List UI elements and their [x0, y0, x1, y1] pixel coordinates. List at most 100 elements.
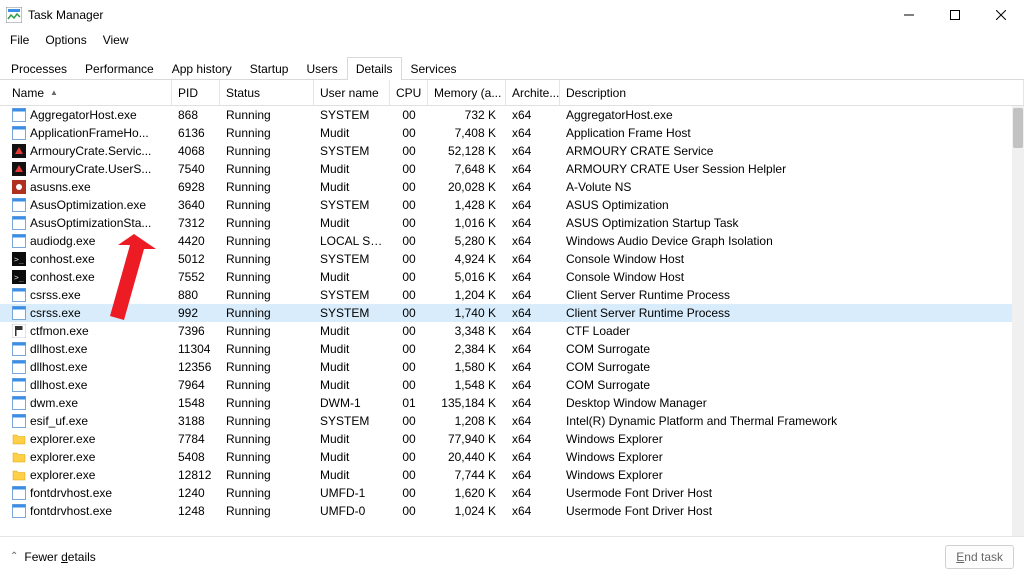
- table-row[interactable]: asusns.exe6928RunningMudit0020,028 Kx64A…: [0, 178, 1012, 196]
- pid: 5012: [172, 252, 220, 266]
- table-row[interactable]: ArmouryCrate.Servic...4068RunningSYSTEM0…: [0, 142, 1012, 160]
- minimize-button[interactable]: [886, 0, 932, 30]
- description: Windows Explorer: [560, 450, 1012, 464]
- menu-view[interactable]: View: [95, 31, 137, 49]
- description: ARMOURY CRATE Service: [560, 144, 1012, 158]
- table-row[interactable]: explorer.exe5408RunningMudit0020,440 Kx6…: [0, 448, 1012, 466]
- pid: 7312: [172, 216, 220, 230]
- table-row[interactable]: explorer.exe7784RunningMudit0077,940 Kx6…: [0, 430, 1012, 448]
- table-row[interactable]: csrss.exe880RunningSYSTEM001,204 Kx64Cli…: [0, 286, 1012, 304]
- process-name: asusns.exe: [30, 180, 91, 194]
- tab-services[interactable]: Services: [402, 57, 466, 80]
- table-row[interactable]: dwm.exe1548RunningDWM-101135,184 Kx64Des…: [0, 394, 1012, 412]
- end-task-button[interactable]: End task: [945, 545, 1014, 569]
- memory: 1,016 K: [428, 216, 506, 230]
- user: Mudit: [314, 432, 390, 446]
- process-icon: >_: [12, 252, 26, 266]
- table-row[interactable]: ApplicationFrameHo...6136RunningMudit007…: [0, 124, 1012, 142]
- process-name: fontdrvhost.exe: [30, 504, 112, 518]
- status: Running: [220, 414, 314, 428]
- arch: x64: [506, 450, 560, 464]
- cpu: 00: [390, 450, 428, 464]
- table-row[interactable]: ArmouryCrate.UserS...7540RunningMudit007…: [0, 160, 1012, 178]
- tab-performance[interactable]: Performance: [76, 57, 163, 80]
- process-name: audiodg.exe: [30, 234, 95, 248]
- col-status[interactable]: Status: [220, 80, 314, 105]
- description: CTF Loader: [560, 324, 1012, 338]
- arch: x64: [506, 234, 560, 248]
- col-cpu[interactable]: CPU: [390, 80, 428, 105]
- table-row[interactable]: AggregatorHost.exe868RunningSYSTEM00732 …: [0, 106, 1012, 124]
- col-desc[interactable]: Description: [560, 80, 1024, 105]
- table-row[interactable]: AsusOptimizationSta...7312RunningMudit00…: [0, 214, 1012, 232]
- arch: x64: [506, 486, 560, 500]
- memory: 5,280 K: [428, 234, 506, 248]
- fewer-details-button[interactable]: ⌃ Fewer details: [10, 550, 96, 564]
- process-icon: [12, 414, 26, 428]
- description: ASUS Optimization Startup Task: [560, 216, 1012, 230]
- cpu: 00: [390, 144, 428, 158]
- vertical-scrollbar[interactable]: [1012, 106, 1024, 536]
- status: Running: [220, 198, 314, 212]
- tab-app-history[interactable]: App history: [163, 57, 241, 80]
- tab-processes[interactable]: Processes: [2, 57, 76, 80]
- description: COM Surrogate: [560, 360, 1012, 374]
- table-row[interactable]: fontdrvhost.exe1248RunningUMFD-0001,024 …: [0, 502, 1012, 520]
- svg-text:>_: >_: [14, 273, 24, 282]
- cpu: 00: [390, 378, 428, 392]
- tab-startup[interactable]: Startup: [241, 57, 298, 80]
- menu-options[interactable]: Options: [37, 31, 94, 49]
- process-icon: [12, 378, 26, 392]
- tab-details[interactable]: Details: [347, 57, 402, 80]
- table-row[interactable]: AsusOptimization.exe3640RunningSYSTEM001…: [0, 196, 1012, 214]
- scrollbar-thumb[interactable]: [1013, 108, 1023, 148]
- close-button[interactable]: [978, 0, 1024, 30]
- col-pid[interactable]: PID: [172, 80, 220, 105]
- col-memory[interactable]: Memory (a...: [428, 80, 506, 105]
- menu-file[interactable]: File: [2, 31, 37, 49]
- cpu: 00: [390, 504, 428, 518]
- table-row[interactable]: fontdrvhost.exe1240RunningUMFD-1001,620 …: [0, 484, 1012, 502]
- cpu: 00: [390, 270, 428, 284]
- col-name[interactable]: Name▲: [6, 80, 172, 105]
- table-row[interactable]: esif_uf.exe3188RunningSYSTEM001,208 Kx64…: [0, 412, 1012, 430]
- arch: x64: [506, 126, 560, 140]
- process-icon: [12, 288, 26, 302]
- col-user[interactable]: User name: [314, 80, 390, 105]
- tab-strip: Processes Performance App history Startu…: [0, 50, 1024, 80]
- process-icon: [12, 162, 26, 176]
- table-row[interactable]: dllhost.exe11304RunningMudit002,384 Kx64…: [0, 340, 1012, 358]
- memory: 135,184 K: [428, 396, 506, 410]
- col-arch[interactable]: Archite...: [506, 80, 560, 105]
- process-icon: [12, 126, 26, 140]
- process-name: AsusOptimizationSta...: [30, 216, 151, 230]
- tab-users[interactable]: Users: [297, 57, 346, 80]
- pid: 6928: [172, 180, 220, 194]
- table-row[interactable]: dllhost.exe7964RunningMudit001,548 Kx64C…: [0, 376, 1012, 394]
- pid: 1240: [172, 486, 220, 500]
- cpu: 00: [390, 486, 428, 500]
- description: ASUS Optimization: [560, 198, 1012, 212]
- table-row[interactable]: explorer.exe12812RunningMudit007,744 Kx6…: [0, 466, 1012, 484]
- table-row[interactable]: >_conhost.exe7552RunningMudit005,016 Kx6…: [0, 268, 1012, 286]
- footer: ⌃ Fewer details End task: [0, 536, 1024, 576]
- table-row[interactable]: csrss.exe992RunningSYSTEM001,740 Kx64Cli…: [0, 304, 1012, 322]
- table-row[interactable]: dllhost.exe12356RunningMudit001,580 Kx64…: [0, 358, 1012, 376]
- process-name: ArmouryCrate.Servic...: [30, 144, 151, 158]
- table-row[interactable]: ctfmon.exe7396RunningMudit003,348 Kx64CT…: [0, 322, 1012, 340]
- user: Mudit: [314, 468, 390, 482]
- description: A-Volute NS: [560, 180, 1012, 194]
- pid: 880: [172, 288, 220, 302]
- status: Running: [220, 216, 314, 230]
- arch: x64: [506, 180, 560, 194]
- table-row[interactable]: audiodg.exe4420RunningLOCAL SE...005,280…: [0, 232, 1012, 250]
- maximize-button[interactable]: [932, 0, 978, 30]
- process-icon: [12, 450, 26, 464]
- description: Console Window Host: [560, 252, 1012, 266]
- process-name: ApplicationFrameHo...: [30, 126, 149, 140]
- memory: 3,348 K: [428, 324, 506, 338]
- table-row[interactable]: >_conhost.exe5012RunningSYSTEM004,924 Kx…: [0, 250, 1012, 268]
- task-manager-icon: [6, 7, 22, 23]
- window-title: Task Manager: [28, 8, 103, 22]
- memory: 2,384 K: [428, 342, 506, 356]
